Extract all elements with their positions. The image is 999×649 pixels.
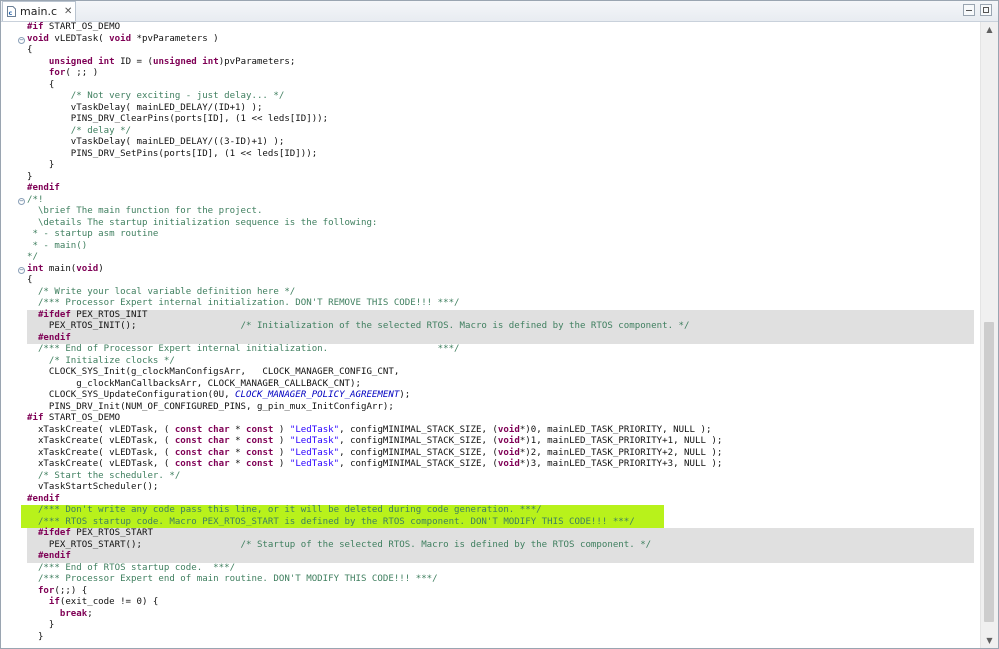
tab-main-c[interactable]: c main.c ✕ [2, 1, 76, 21]
code-line[interactable]: \details The startup initialization sequ… [27, 218, 974, 230]
code-line[interactable]: #endif [27, 183, 974, 195]
code-line[interactable]: /* Start the scheduler. */ [27, 471, 974, 483]
code-line[interactable]: CLOCK_SYS_Init(g_clockManConfigsArr, CLO… [27, 367, 974, 379]
code-line[interactable]: xTaskCreate( vLEDTask, ( const char * co… [27, 448, 974, 460]
fold-collapse-icon[interactable]: − [18, 198, 25, 205]
code-line[interactable]: /*** Processor Expert internal initializ… [27, 298, 974, 310]
editor-tab-bar: c main.c ✕ [1, 1, 998, 22]
code-line[interactable]: unsigned int ID = (unsigned int)pvParame… [27, 57, 974, 69]
minimize-icon[interactable] [963, 4, 975, 16]
code-line[interactable]: PEX_RTOS_START(); /* Startup of the sele… [27, 539, 974, 551]
code-line[interactable]: } [27, 172, 974, 184]
tab-title: main.c [20, 5, 58, 18]
code-line[interactable]: { [27, 80, 974, 92]
code-line[interactable]: xTaskCreate( vLEDTask, ( const char * co… [27, 436, 974, 448]
code-line[interactable]: for( ;; ) [27, 68, 974, 80]
code-line[interactable]: xTaskCreate( vLEDTask, ( const char * co… [27, 459, 974, 471]
fold-collapse-icon[interactable]: − [18, 37, 25, 44]
code-line[interactable]: vTaskDelay( mainLED_DELAY/((3-ID)+1) ); [27, 137, 974, 149]
code-line[interactable]: /*** End of Processor Expert internal in… [27, 344, 974, 356]
editor-window: c main.c ✕ − − − #if START_OS_DEMO void v… [0, 0, 999, 649]
code-line[interactable]: PEX_RTOS_INIT(); /* Initialization of th… [27, 321, 974, 333]
scrollbar-thumb[interactable] [984, 322, 994, 622]
code-editor[interactable]: − − − #if START_OS_DEMO void vLEDTask( vo… [1, 22, 998, 648]
code-line[interactable]: } [27, 160, 974, 172]
code-line[interactable]: /* Initialize clocks */ [27, 356, 974, 368]
code-line[interactable]: #endif [27, 551, 974, 563]
code-line[interactable]: for(;;) { [27, 586, 974, 598]
code-line[interactable]: \brief The main function for the project… [27, 206, 974, 218]
code-line[interactable]: PINS_DRV_ClearPins(ports[ID], (1 << leds… [27, 114, 974, 126]
code-line[interactable]: if(exit_code != 0) { [27, 597, 974, 609]
code-line[interactable]: } [27, 620, 974, 632]
scroll-down-icon[interactable]: ▼ [981, 633, 998, 648]
code-line[interactable]: #ifdef PEX_RTOS_INIT [27, 309, 974, 321]
code-line[interactable]: /*** RTOS startup code. Macro PEX_RTOS_S… [21, 516, 664, 528]
code-line[interactable]: { [27, 275, 974, 287]
fold-collapse-icon[interactable]: − [18, 267, 25, 274]
svg-text:c: c [9, 10, 13, 17]
folding-ruler: − − − [1, 22, 27, 648]
code-line[interactable]: /*** End of RTOS startup code. ***/ [27, 563, 974, 575]
code-area[interactable]: #if START_OS_DEMO void vLEDTask( void *pv… [21, 22, 974, 648]
vertical-scrollbar[interactable]: ▲ ▼ [980, 22, 998, 648]
code-line[interactable]: void vLEDTask( void *pvParameters ) [27, 34, 974, 46]
code-line[interactable]: #endif [27, 494, 974, 506]
code-line[interactable]: * - startup asm routine [27, 229, 974, 241]
code-line[interactable]: * - main() [27, 241, 974, 253]
code-line[interactable]: /*** Don't write any code pass this line… [21, 505, 664, 517]
code-line[interactable]: int main(void) [27, 264, 974, 276]
maximize-icon[interactable] [980, 4, 992, 16]
code-line[interactable]: #if START_OS_DEMO [27, 22, 974, 34]
code-line[interactable]: /* delay */ [27, 126, 974, 138]
code-line[interactable]: /* Write your local variable definition … [27, 287, 974, 299]
code-line[interactable]: /*** Processor Expert end of main routin… [27, 574, 974, 586]
code-line[interactable]: } [27, 632, 974, 644]
code-line[interactable]: break; [27, 609, 974, 621]
code-line[interactable]: vTaskDelay( mainLED_DELAY/(ID+1) ); [27, 103, 974, 115]
code-line[interactable]: /*! [27, 195, 974, 207]
code-line[interactable]: #ifdef PEX_RTOS_START [27, 528, 974, 540]
code-line[interactable]: PINS_DRV_SetPins(ports[ID], (1 << leds[I… [27, 149, 974, 161]
code-line[interactable]: PINS_DRV_Init(NUM_OF_CONFIGURED_PINS, g_… [27, 402, 974, 414]
code-line[interactable]: /* Not very exciting - just delay... */ [27, 91, 974, 103]
code-line[interactable]: g_clockManCallbacksArr, CLOCK_MANAGER_CA… [27, 379, 974, 391]
scroll-up-icon[interactable]: ▲ [981, 22, 998, 37]
code-line[interactable]: vTaskStartScheduler(); [27, 482, 974, 494]
code-line[interactable]: xTaskCreate( vLEDTask, ( const char * co… [27, 425, 974, 437]
code-line[interactable]: #endif [27, 332, 974, 344]
code-line[interactable]: */ [27, 252, 974, 264]
c-file-icon: c [7, 6, 16, 17]
close-icon[interactable]: ✕ [64, 6, 72, 17]
code-line[interactable]: { [27, 45, 974, 57]
code-line[interactable]: #if START_OS_DEMO [27, 413, 974, 425]
code-line[interactable]: CLOCK_SYS_UpdateConfiguration(0U, CLOCK_… [27, 390, 974, 402]
